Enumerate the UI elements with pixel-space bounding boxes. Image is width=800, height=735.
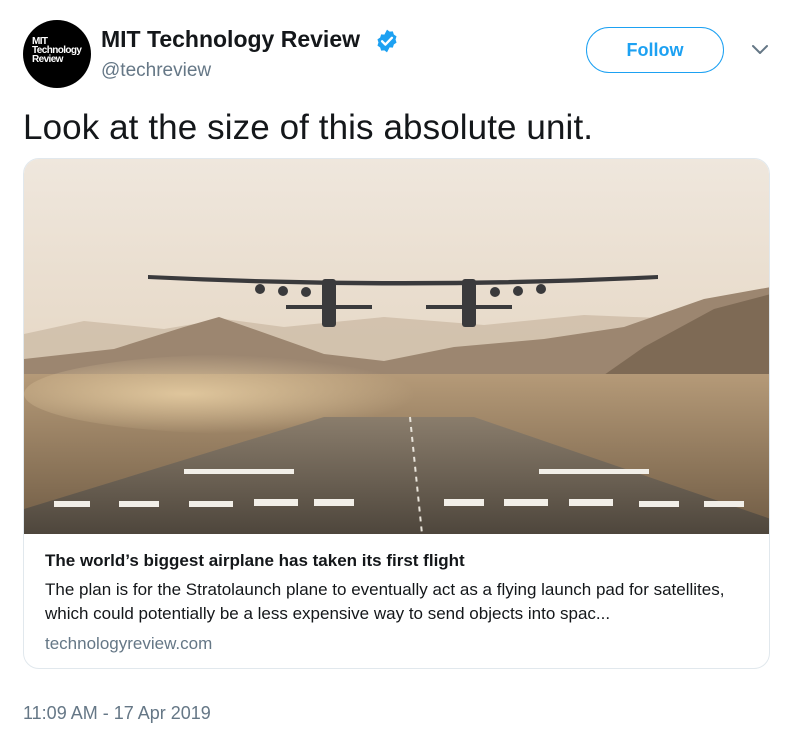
avatar[interactable]: MIT Technology Review xyxy=(23,20,91,88)
follow-button[interactable]: Follow xyxy=(586,27,724,73)
author-name[interactable]: MIT Technology Review xyxy=(101,26,360,53)
tweet-timestamp[interactable]: 11:09 AM - 17 Apr 2019 xyxy=(23,703,211,724)
card-domain: technologyreview.com xyxy=(45,634,213,653)
tweet-text: Look at the size of this absolute unit. xyxy=(23,108,594,147)
author-handle[interactable]: @techreview xyxy=(101,60,211,82)
card-title[interactable]: The world’s biggest airplane has taken i… xyxy=(45,551,465,571)
chevron-down-icon[interactable] xyxy=(750,42,770,58)
link-card[interactable]: The world’s biggest airplane has taken i… xyxy=(23,158,770,669)
verified-badge-icon xyxy=(377,29,397,53)
card-image[interactable] xyxy=(24,159,770,534)
avatar-logo-line-3: Review xyxy=(32,54,63,65)
avatar-logo-text: MIT Technology Review xyxy=(32,37,82,65)
card-description: The plan is for the Stratolaunch plane t… xyxy=(45,580,725,623)
